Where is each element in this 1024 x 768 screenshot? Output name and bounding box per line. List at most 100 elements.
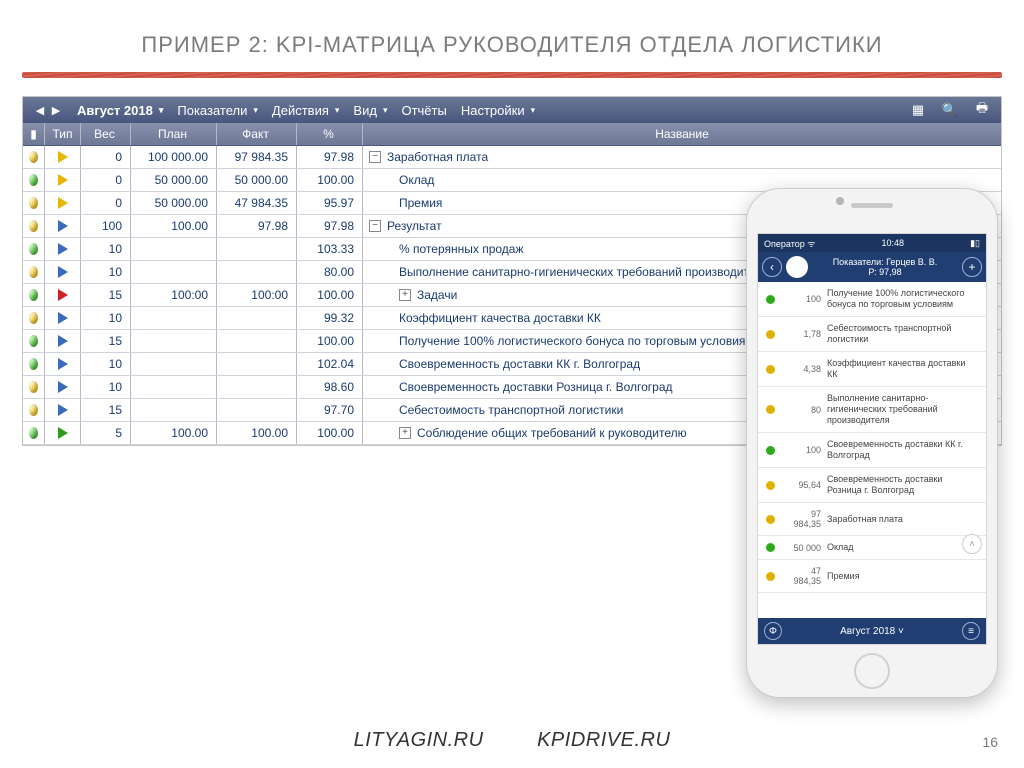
status-dot-icon (766, 295, 775, 304)
status-light (23, 284, 45, 306)
phone-menu-button[interactable]: ≡ (962, 622, 980, 640)
cell-fact: 97 984.35 (217, 146, 297, 168)
phone-home-button[interactable] (854, 653, 890, 689)
phone-back-button[interactable]: ‹ (762, 257, 782, 277)
phone-item-value: 47 984,35 (781, 566, 821, 586)
status-dot-icon (766, 365, 775, 374)
cell-percent: 100.00 (297, 330, 363, 352)
status-light (23, 307, 45, 329)
header-fact: Факт (217, 123, 297, 145)
cell-plan: 100 000.00 (131, 146, 217, 168)
phone-mockup: Оператор ᯤ 10:48 ▮▯ ‹ Показатели: Герцев… (746, 188, 998, 698)
cell-fact: 97.98 (217, 215, 297, 237)
status-dot-icon (766, 330, 775, 339)
menu-actions[interactable]: Действия (272, 103, 340, 118)
menu-indicators[interactable]: Показатели (177, 103, 258, 118)
phone-footerbar: Φ Август 2018 ˅ ≡ (758, 618, 986, 644)
cell-percent: 97.98 (297, 215, 363, 237)
cell-fact (217, 330, 297, 352)
print-icon[interactable]: 🖶 (973, 101, 991, 119)
cell-plan: 100.00 (131, 215, 217, 237)
phone-item-label: Себестоимость транспортной логистики (827, 323, 978, 345)
phone-list-item[interactable]: 1,78Себестоимость транспортной логистики (758, 317, 986, 352)
cell-plan (131, 261, 217, 283)
phone-item-label: Получение 100% логистического бонуса по … (827, 288, 978, 310)
status-dot-icon (766, 481, 775, 490)
search-icon[interactable]: 🔍 (941, 101, 959, 119)
cell-plan (131, 353, 217, 375)
divider (22, 72, 1002, 78)
phone-list-item[interactable]: 80Выполнение санитарно-гигиенических тре… (758, 387, 986, 433)
phone-list-item[interactable]: 47 984,35Премия (758, 560, 986, 593)
scroll-up-icon[interactable]: ˄ (962, 534, 982, 554)
cell-weight: 10 (81, 238, 131, 260)
table-row[interactable]: 0100 000.0097 984.3597.98−Заработная пла… (23, 146, 1001, 169)
status-operator: Оператор ᯤ (764, 237, 815, 250)
menu-settings[interactable]: Настройки (461, 103, 535, 118)
expand-icon[interactable]: + (399, 289, 411, 301)
expand-icon[interactable]: + (399, 427, 411, 439)
status-dot-icon (766, 446, 775, 455)
phone-item-label: Оклад (827, 542, 854, 553)
type-icon (45, 330, 81, 352)
period-selector[interactable]: Август 2018 (77, 103, 163, 118)
phone-add-button[interactable]: + (962, 257, 982, 277)
cell-percent: 80.00 (297, 261, 363, 283)
cell-fact: 50 000.00 (217, 169, 297, 191)
phone-kpi-list[interactable]: 100Получение 100% логистического бонуса … (758, 282, 986, 593)
phone-item-label: Заработная плата (827, 514, 903, 525)
phone-filter-button[interactable]: Φ (764, 622, 782, 640)
cell-weight: 10 (81, 376, 131, 398)
cell-percent: 97.98 (297, 146, 363, 168)
phone-list-item[interactable]: 97 984,35Заработная плата (758, 503, 986, 536)
status-light (23, 399, 45, 421)
header-weight: Вес (81, 123, 131, 145)
next-period-button[interactable]: ▶ (49, 103, 63, 117)
cell-weight: 15 (81, 399, 131, 421)
header-name: Название (363, 123, 1001, 145)
cell-plan (131, 307, 217, 329)
cell-plan (131, 376, 217, 398)
cell-weight: 15 (81, 330, 131, 352)
grid-icon[interactable]: ▦ (909, 101, 927, 119)
cell-fact (217, 353, 297, 375)
phone-title: Показатели: Герцев В. В. Р: 97,98 (812, 257, 958, 277)
cell-fact (217, 307, 297, 329)
cell-plan: 50 000.00 (131, 169, 217, 191)
cell-weight: 10 (81, 353, 131, 375)
phone-item-value: 80 (781, 405, 821, 415)
cell-percent: 99.32 (297, 307, 363, 329)
phone-screen: Оператор ᯤ 10:48 ▮▯ ‹ Показатели: Герцев… (757, 233, 987, 645)
phone-list-item[interactable]: 95,64Своевременность доставки Розница г.… (758, 468, 986, 503)
footer-links: LITYAGIN.RU KPIDRIVE.RU (0, 729, 1024, 752)
type-icon (45, 169, 81, 191)
cell-percent: 103.33 (297, 238, 363, 260)
status-dot-icon (766, 543, 775, 552)
status-dot-icon (766, 405, 775, 414)
header-percent: % (297, 123, 363, 145)
cell-percent: 100.00 (297, 284, 363, 306)
status-time: 10:48 (882, 238, 905, 248)
cell-plan: 100.00 (131, 422, 217, 444)
phone-list-item[interactable]: 50 000Оклад (758, 536, 986, 560)
status-dot-icon (766, 572, 775, 581)
phone-avatar[interactable] (786, 256, 808, 278)
menu-reports[interactable]: Отчёты (401, 103, 446, 118)
phone-list-item[interactable]: 4,38Коэффициент качества доставки КК (758, 352, 986, 387)
prev-period-button[interactable]: ◀ (33, 103, 47, 117)
phone-period-selector[interactable]: Август 2018 ˅ (840, 626, 904, 637)
status-dot-icon (766, 515, 775, 524)
menu-view[interactable]: Вид (353, 103, 387, 118)
phone-item-label: Своевременность доставки Розница г. Волг… (827, 474, 978, 496)
collapse-icon[interactable]: − (369, 151, 381, 163)
phone-list-item[interactable]: 100Своевременность доставки КК г. Волгог… (758, 433, 986, 468)
status-light (23, 330, 45, 352)
phone-list-item[interactable]: 100Получение 100% логистического бонуса … (758, 282, 986, 317)
type-icon (45, 399, 81, 421)
cell-plan (131, 330, 217, 352)
status-light (23, 238, 45, 260)
phone-item-value: 4,38 (781, 364, 821, 374)
cell-weight: 100 (81, 215, 131, 237)
type-icon (45, 192, 81, 214)
collapse-icon[interactable]: − (369, 220, 381, 232)
